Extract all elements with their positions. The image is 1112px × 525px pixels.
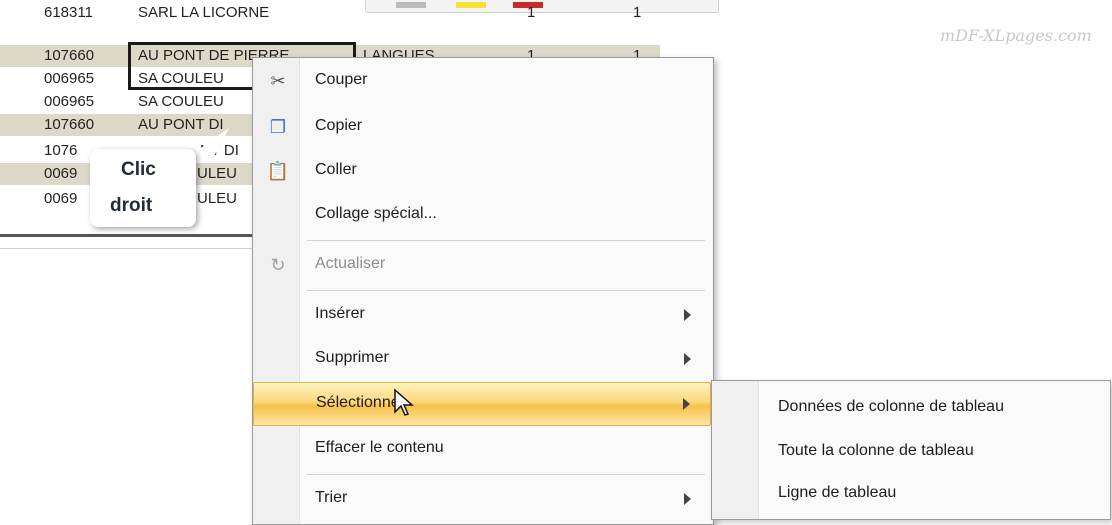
cell-name[interactable]: ULEU <box>197 165 237 182</box>
scissors-icon: ✂ <box>270 70 286 91</box>
cell-id[interactable]: 1076 <box>44 142 77 159</box>
menu-item-paste[interactable]: 📋 Coller <box>255 150 711 194</box>
context-menu: ✂ Couper ❐ Copier 📋 Coller Collage spéci… <box>252 57 714 525</box>
menu-separator <box>307 240 705 241</box>
callout-line-1: Clic <box>121 159 156 180</box>
menu-item-label: Trier <box>315 489 348 506</box>
submenu-item-label: Données de colonne de tableau <box>778 398 1004 415</box>
cell-id[interactable]: 107660 <box>44 47 94 64</box>
menu-item-sort[interactable]: Trier <box>255 478 711 522</box>
cell-id[interactable]: 0069 <box>44 190 77 207</box>
cell-id[interactable]: 0069 <box>44 165 77 182</box>
submenu-item-label: Toute la colonne de tableau <box>778 442 974 459</box>
cell-id[interactable]: 006965 <box>44 93 94 110</box>
menu-item-label: Copier <box>315 117 363 134</box>
menu-item-insert[interactable]: Insérer <box>255 294 711 338</box>
menu-separator <box>307 474 705 475</box>
copy-icon: ❐ <box>269 116 287 137</box>
menu-item-select[interactable]: Sélectionner <box>253 382 711 426</box>
menu-item-copy[interactable]: ❐ Copier <box>255 106 711 150</box>
menu-item-label: Supprimer <box>315 349 389 366</box>
cell-value[interactable]: 1 <box>633 4 641 21</box>
mouse-cursor-icon <box>394 388 414 416</box>
cell-value[interactable]: 1 <box>527 4 535 21</box>
menu-item-label: Effacer le contenu <box>315 439 444 456</box>
menu-item-clear-contents[interactable]: Effacer le contenu <box>255 428 711 472</box>
select-submenu: Données de colonne de tableau Toute la c… <box>711 380 1111 520</box>
menu-item-cut[interactable]: ✂ Couper <box>255 60 711 104</box>
menu-item-label: Coller <box>315 161 357 178</box>
menu-item-paste-special[interactable]: Collage spécial... <box>255 194 711 238</box>
menu-item-label: Sélectionner <box>316 394 405 411</box>
submenu-item-column-data[interactable]: Données de colonne de tableau <box>714 387 1108 427</box>
cell-id[interactable]: 006965 <box>44 70 94 87</box>
submenu-item-table-row[interactable]: Ligne de tableau <box>714 473 1108 513</box>
menu-item-label: Insérer <box>315 305 365 322</box>
submenu-item-label: Ligne de tableau <box>778 484 897 501</box>
cell-name[interactable]: ULEU <box>197 190 237 207</box>
callout-line-2: droit <box>110 195 153 216</box>
menu-item-delete[interactable]: Supprimer <box>255 338 711 382</box>
submenu-arrow-icon <box>683 398 690 410</box>
cell-name[interactable]: SARL LA LICORNE <box>138 4 269 21</box>
gridline <box>0 248 260 249</box>
submenu-arrow-icon <box>684 493 691 505</box>
watermark: mDF-XLpages.com <box>940 26 1092 45</box>
table-row[interactable]: 618311 SARL LA LICORNE 1 1 <box>0 2 660 24</box>
menu-item-label: Couper <box>315 71 368 88</box>
right-click-callout: Clic droit <box>90 149 196 227</box>
cell-id[interactable]: 618311 <box>44 4 93 21</box>
table-bottom-border <box>0 234 258 237</box>
cell-name[interactable]: SA COULEU <box>138 93 224 110</box>
menu-item-label: Actualiser <box>315 255 386 272</box>
menu-item-label: Collage spécial... <box>315 205 437 222</box>
submenu-item-entire-column[interactable]: Toute la colonne de tableau <box>714 431 1108 471</box>
submenu-arrow-icon <box>684 353 691 365</box>
submenu-arrow-icon <box>684 309 691 321</box>
menu-separator <box>307 290 705 291</box>
menu-item-refresh[interactable]: ↻ Actualiser <box>255 244 711 288</box>
paste-icon: 📋 <box>266 160 290 181</box>
cell-id[interactable]: 107660 <box>44 116 94 133</box>
refresh-icon: ↻ <box>270 254 286 275</box>
